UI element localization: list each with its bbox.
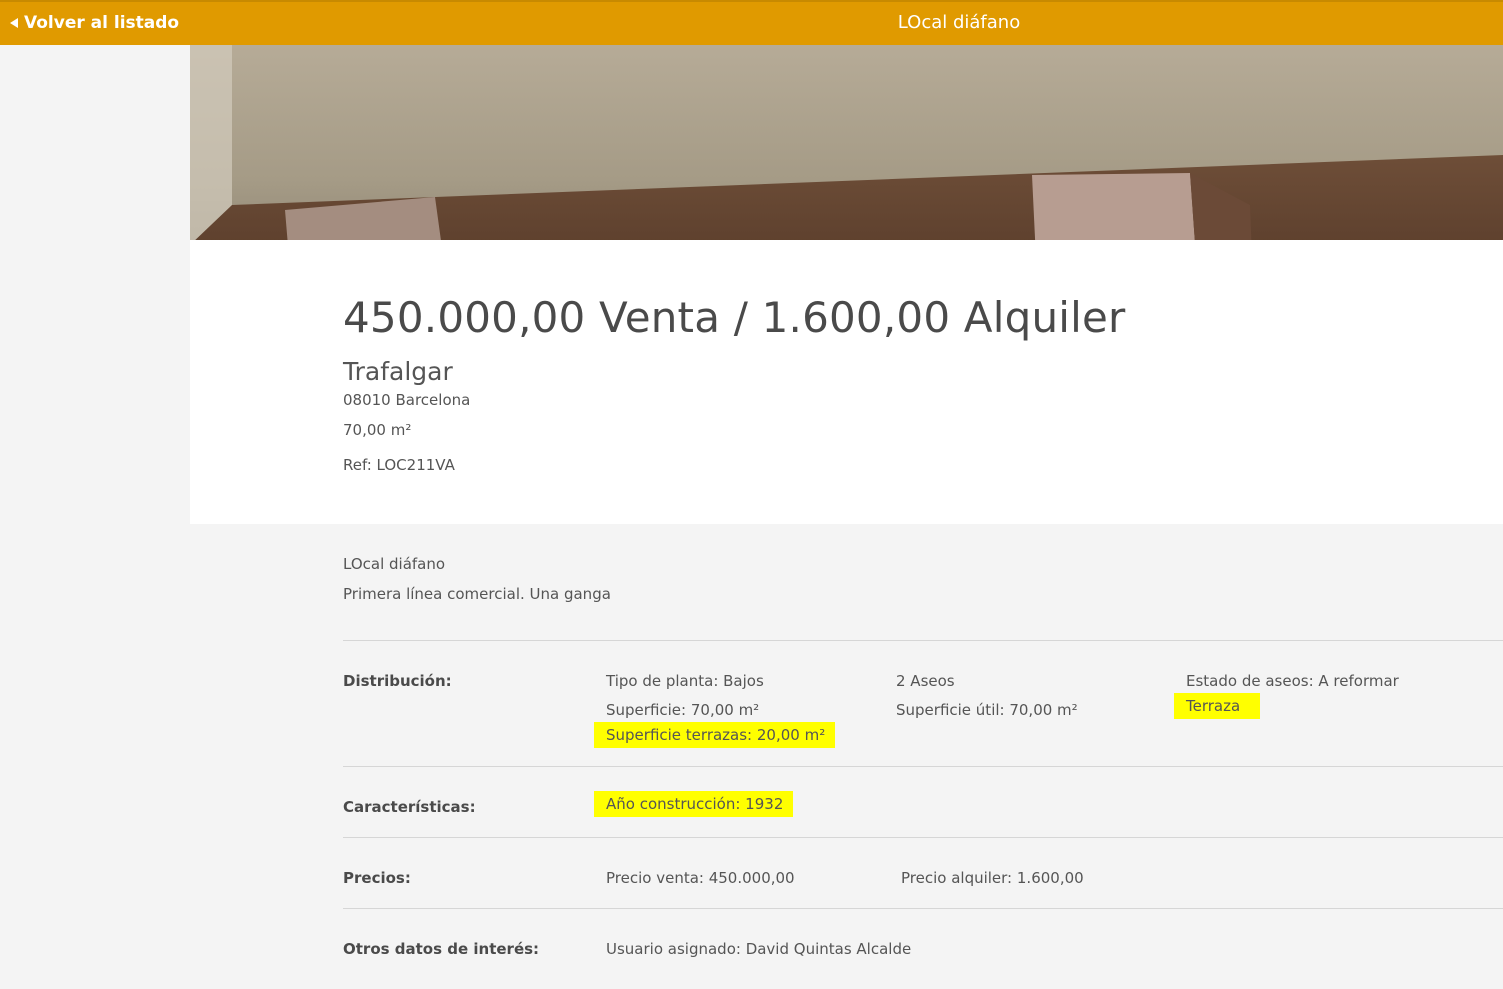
- floor-type: Tipo de planta: Bajos: [606, 672, 764, 690]
- divider: [343, 766, 1503, 767]
- price-line: 450.000,00 Venta / 1.600,00 Alquiler: [343, 293, 1126, 342]
- reference: Ref: LOC211VA: [343, 456, 455, 474]
- other-data-label: Otros datos de interés:: [343, 940, 540, 958]
- surface: Superficie: 70,00 m²: [606, 701, 760, 719]
- terrace-surface-highlight: Superficie terrazas: 20,00 m²: [594, 722, 836, 748]
- construction-year-highlight: Año construcción: 1932: [594, 791, 794, 817]
- terrace-flag: Terraza: [1174, 693, 1261, 719]
- characteristics-label: Características:: [343, 798, 476, 816]
- divider: [343, 837, 1503, 838]
- sale-price: Precio venta: 450.000,00: [606, 869, 795, 887]
- street-name: Trafalgar: [343, 357, 453, 386]
- assigned-user: Usuario asignado: David Quintas Alcalde: [606, 940, 912, 958]
- prices-label: Precios:: [343, 869, 411, 887]
- divider: [343, 640, 1503, 641]
- divider: [343, 908, 1503, 909]
- toilets-state: Estado de aseos: A reformar: [1186, 672, 1399, 690]
- terrace-highlight: Terraza: [1174, 693, 1261, 719]
- toilets-count: 2 Aseos: [896, 672, 955, 690]
- terrace-surface: Superficie terrazas: 20,00 m²: [594, 722, 836, 748]
- area-value: 70,00 m²: [343, 421, 412, 439]
- rent-price: Precio alquiler: 1.600,00: [901, 869, 1084, 887]
- property-photo-image: [190, 45, 1503, 270]
- property-photo[interactable]: [190, 45, 1503, 270]
- description-title: LOcal diáfano: [343, 555, 446, 573]
- description-text: Primera línea comercial. Una ganga: [343, 585, 611, 603]
- city-postal: 08010 Barcelona: [343, 391, 471, 409]
- construction-year: Año construcción: 1932: [594, 791, 794, 817]
- top-bar: Volver al listado LOcal diáfano: [0, 0, 1503, 45]
- page-title: LOcal diáfano: [897, 12, 1021, 33]
- distribution-label: Distribución:: [343, 672, 452, 690]
- useful-surface: Superficie útil: 70,00 m²: [896, 701, 1078, 719]
